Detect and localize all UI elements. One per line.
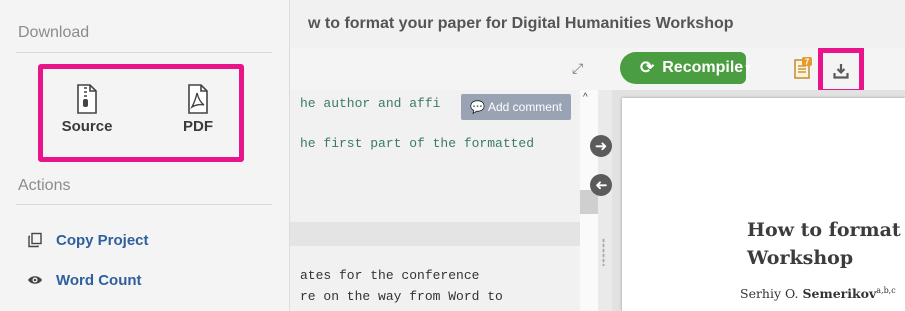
pdf-title: How to format Workshop [747,216,905,272]
download-pdf-toolbar-button[interactable] [818,48,864,94]
download-heading: Download [18,24,90,41]
project-title: w to format your paper for Digital Human… [308,15,734,32]
refresh-icon: ⟳ [640,58,655,77]
pdf-title-line: How to format [747,219,901,241]
download-highlight-box: Source PDF [38,64,244,162]
recompile-button[interactable]: ⟳ Recompile ▼ [620,52,753,84]
left-menu-panel: Download Source PDF Actions Copy Project… [0,0,290,311]
logs-icon[interactable]: 7 [794,57,812,79]
pdf-author-affiliations: a,b,c [876,286,896,295]
recompile-label: Recompile [662,59,744,76]
code-line[interactable]: he author and affi [300,96,440,111]
editor-toolbar: ⤢ ⟳ Recompile ▼ 7 [290,48,905,94]
eye-icon [26,271,44,289]
word-count-link[interactable]: Word Count [26,268,142,292]
pdf-title-line: Workshop [747,247,854,269]
sync-to-code-arrow-icon[interactable]: ➜ [590,174,612,196]
copy-project-label: Copy Project [56,231,149,249]
add-comment-button[interactable]: 💬 Add comment [461,94,571,120]
code-line[interactable]: ates for the conference [300,268,479,283]
pdf-file-icon [188,84,208,114]
code-line[interactable]: re on the way from Word to [300,289,503,304]
copy-icon [26,231,44,249]
source-label: Source [61,118,113,135]
scroll-up-caret-icon[interactable]: ^ [583,92,588,103]
add-comment-label: Add comment [487,100,562,114]
sync-to-pdf-arrow-icon[interactable]: ➜ [590,135,612,157]
pdf-label: PDF [183,118,213,135]
pdf-author: Serhiy O. Semerikova,b,c [740,286,896,301]
pdf-author-prefix: Serhiy O. [740,286,803,302]
pdf-page[interactable]: How to format Workshop Serhiy O. Semerik… [622,98,905,311]
recompile-options-caret-icon[interactable]: ▼ [743,63,753,74]
divider [16,204,272,205]
copy-project-link[interactable]: Copy Project [26,228,149,252]
expand-icon[interactable]: ⤢ [572,60,583,77]
divider [16,52,272,53]
logs-badge: 7 [805,58,810,67]
word-count-label: Word Count [56,271,142,289]
comment-icon: 💬 [470,100,485,114]
pdf-author-name: Semerikov [802,286,877,302]
download-icon [833,64,849,79]
project-title-bar: w to format your paper for Digital Human… [290,0,905,49]
download-pdf-button[interactable]: PDF [163,84,233,135]
active-line-highlight [290,222,580,246]
download-source-button[interactable]: Source [52,84,122,135]
zip-file-icon [77,84,97,114]
code-line[interactable]: he first part of the formatted [300,136,534,151]
source-editor[interactable]: he author and affi he first part of the … [290,90,580,311]
resize-grip-icon[interactable] [602,238,605,266]
actions-heading: Actions [18,177,71,194]
